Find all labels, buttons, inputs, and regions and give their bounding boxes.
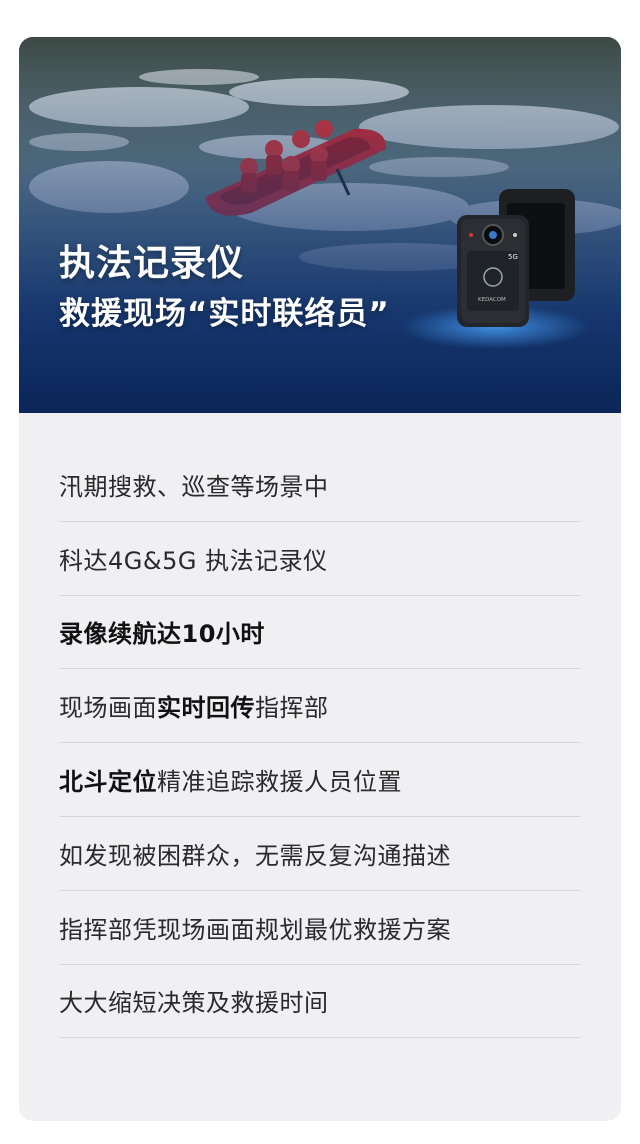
feature-text-bold: 北斗定位 [59,768,157,797]
feature-text: 如发现被困群众，无需反复沟通描述 [59,841,451,870]
hero-banner: 5G KEDACOM 执法记录仪 救援现场“实时联络员” [19,37,621,413]
feature-list-item: 现场画面 实时回传 指挥部 [59,669,581,744]
device-5g-label: 5G [508,253,518,261]
hero-title: 执法记录仪 [59,243,245,284]
feature-text: 指挥部 [255,694,329,723]
feature-list: 汛期搜救、巡查等场景中 科达4G&5G 执法记录仪 录像续航达10小时 现场画面 实时回… [59,448,581,1039]
feature-text-bold: 实时回传 [157,694,255,723]
feature-text: 精准追踪救援人员位置 [157,768,402,797]
feature-text: 汛期搜救、巡查等场景中 [59,472,329,501]
feature-text: 科达4G&5G 执法记录仪 [59,546,328,575]
feature-text: 大大缩短决策及救援时间 [59,989,329,1018]
feature-list-item: 科达4G&5G 执法记录仪 [59,522,581,596]
feature-list-item: 指挥部凭现场画面规划最优救援方案 [59,891,581,965]
feature-list-item: 汛期搜救、巡查等场景中 [59,448,581,522]
feature-list-item: 北斗定位 精准追踪救援人员位置 [59,743,581,817]
feature-text-bold: 录像续航达10小时 [59,620,265,649]
feature-list-item: 录像续航达10小时 [59,596,581,670]
feature-card: 汛期搜救、巡查等场景中 科达4G&5G 执法记录仪 录像续航达10小时 现场画面 实时回… [19,413,621,1121]
page: 5G KEDACOM 执法记录仪 救援现场“实时联络员” 汛期搜救、巡查等场景中… [0,0,640,1144]
feature-text: 现场画面 [59,694,157,723]
rescue-raft-photo: 5G KEDACOM [19,37,621,413]
feature-text: 指挥部凭现场画面规划最优救援方案 [59,915,451,944]
feature-list-item: 大大缩短决策及救援时间 [59,965,581,1039]
hero-subtitle: 救援现场“实时联络员” [59,296,390,332]
device-brand-label: KEDACOM [478,297,506,303]
feature-list-item: 如发现被困群众，无需反复沟通描述 [59,817,581,891]
